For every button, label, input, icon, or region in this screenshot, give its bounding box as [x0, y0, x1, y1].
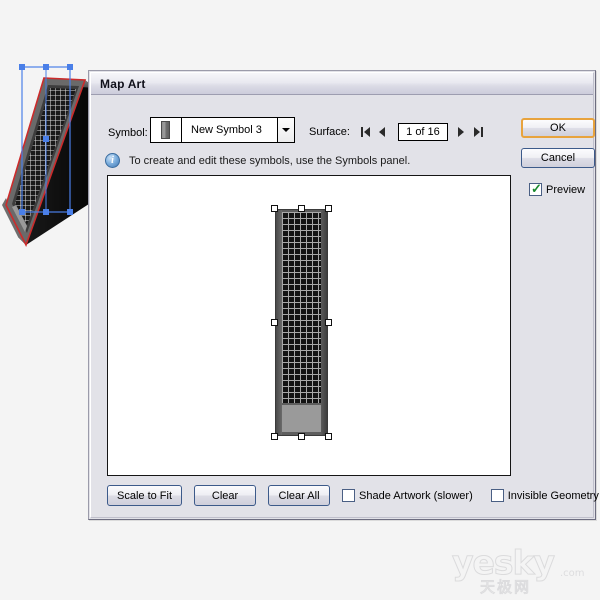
last-page-icon[interactable]: [471, 125, 486, 140]
preview-checkbox-box[interactable]: ✓: [529, 181, 542, 196]
chevron-down-glyph: [282, 128, 290, 132]
selection-handle-top-right[interactable]: [325, 205, 332, 212]
checkmark-icon: ✓: [531, 181, 542, 196]
watermark-chinese-text: 天极网: [479, 578, 532, 597]
ok-button[interactable]: OK: [521, 118, 595, 138]
first-page-triangle: [363, 127, 370, 137]
selection-handle-middle-left[interactable]: [271, 319, 278, 326]
surface-label: Surface:: [309, 126, 350, 138]
last-page-bar: [480, 127, 483, 137]
clear-all-button[interactable]: Clear All: [268, 485, 331, 506]
selection-handle-middle-right[interactable]: [325, 319, 332, 326]
next-page-icon[interactable]: [454, 125, 469, 140]
symbol-selected-value: New Symbol 3: [191, 124, 262, 136]
selection-handle-top-center[interactable]: [298, 205, 305, 212]
previous-page-icon[interactable]: [375, 125, 390, 140]
first-page-icon[interactable]: [358, 125, 373, 140]
map-art-dialog: Map Art Symbol: New Symbol 3 Surface: 1 …: [88, 70, 599, 520]
selection-handle-bottom-center[interactable]: [298, 433, 305, 440]
symbol-thumbnail-icon: [151, 118, 182, 142]
invisible-geometry-label: Invisible Geometry: [507, 489, 599, 502]
bottom-controls-row: Scale to Fit Clear Clear All Shade Artwo…: [107, 485, 600, 506]
scale-to-fit-button[interactable]: Scale to Fit: [107, 485, 183, 506]
dialog-title: Map Art: [100, 77, 146, 91]
previous-page-triangle: [379, 127, 386, 137]
symbol-label: Symbol:: [108, 127, 148, 139]
chevron-down-icon[interactable]: [277, 118, 294, 142]
clear-button[interactable]: Clear: [194, 485, 257, 506]
first-page-bar: [360, 127, 363, 137]
surface-navigation: Surface: 1 of 16: [309, 123, 488, 141]
watermark-suffix-text: .com: [560, 568, 585, 579]
symbol-dropdown[interactable]: New Symbol 3: [150, 117, 295, 143]
watermark: yesky .com 天极网: [452, 543, 592, 597]
info-icon: i: [105, 153, 120, 168]
shade-artwork-checkbox-box[interactable]: [342, 489, 356, 502]
preview-label: Preview: [546, 183, 586, 196]
next-page-triangle: [458, 127, 465, 137]
watermark-main-text: yesky: [452, 543, 556, 582]
artwork-preview-canvas[interactable]: [107, 175, 511, 476]
selection-handle-bottom-right[interactable]: [325, 433, 332, 440]
dialog-inner-frame: Map Art Symbol: New Symbol 3 Surface: 1 …: [90, 72, 599, 518]
artwork-foot-block: [282, 405, 321, 432]
mapped-symbol-artwork[interactable]: [271, 205, 332, 440]
surface-index-field[interactable]: 1 of 16: [397, 123, 448, 141]
info-message-row: i To create and edit these symbols, use …: [105, 153, 410, 168]
preview-checkbox[interactable]: ✓ Preview: [529, 181, 586, 196]
shade-artwork-label: Shade Artwork (slower): [359, 489, 473, 502]
symbol-thumbnail-bar: [161, 121, 170, 139]
info-message-text: To create and edit these symbols, use th…: [129, 154, 411, 167]
invisible-geometry-checkbox-box[interactable]: [490, 489, 504, 502]
artwork-grid-texture: [282, 212, 321, 403]
selection-handle-top-left[interactable]: [271, 205, 278, 212]
last-page-triangle: [473, 127, 480, 137]
shade-artwork-checkbox[interactable]: Shade Artwork (slower): [342, 489, 473, 502]
invisible-geometry-checkbox[interactable]: Invisible Geometry: [490, 489, 599, 502]
dialog-titlebar[interactable]: Map Art: [91, 73, 593, 95]
cancel-button[interactable]: Cancel: [521, 148, 595, 168]
selection-handle-bottom-left[interactable]: [271, 433, 278, 440]
